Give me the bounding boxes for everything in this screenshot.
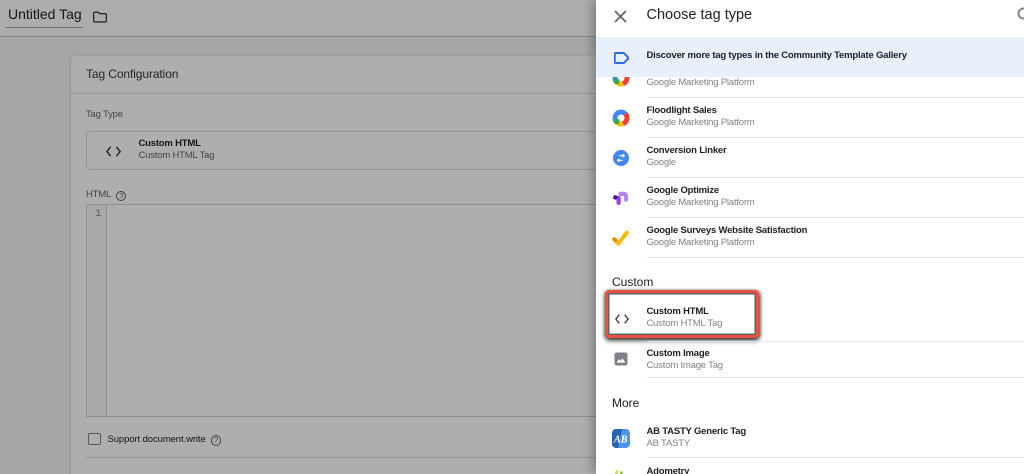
svg-text:A: A [613,434,621,445]
svg-text:B: B [620,434,628,445]
